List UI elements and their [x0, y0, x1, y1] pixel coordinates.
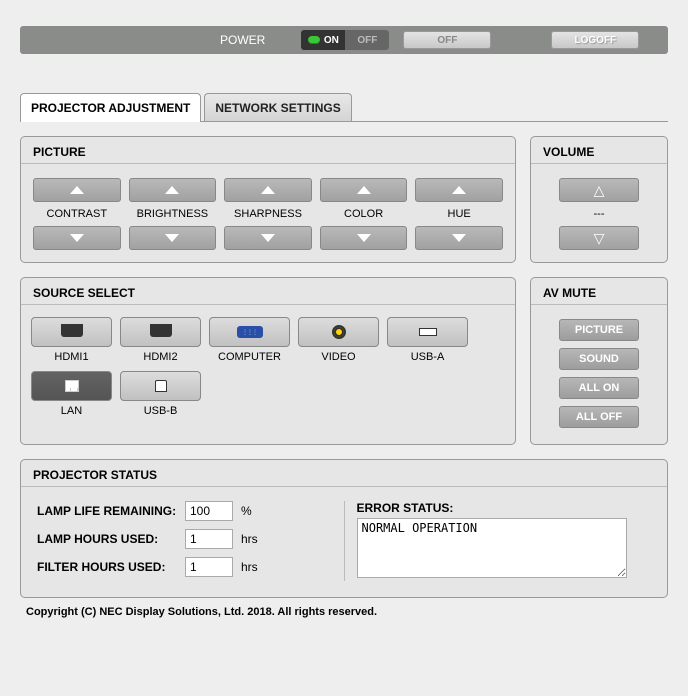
source-lan-label: LAN [61, 405, 82, 417]
filter-hours-value [185, 557, 233, 577]
composite-video-icon [332, 325, 346, 339]
hue-up-button[interactable] [415, 178, 503, 202]
power-bar: POWER ON OFF OFF LOGOFF [20, 26, 668, 54]
contrast-down-button[interactable] [33, 226, 121, 250]
picture-title: PICTURE [21, 137, 515, 164]
source-video-label: VIDEO [321, 351, 355, 363]
hue-label: HUE [448, 206, 471, 222]
triangle-up-icon [261, 186, 275, 194]
power-label: POWER [220, 33, 265, 47]
source-hdmi1-button[interactable] [31, 317, 112, 347]
avmute-title: AV MUTE [531, 278, 667, 305]
source-usba-label: USB-A [411, 351, 445, 363]
triangle-down-icon [452, 234, 466, 242]
brightness-up-button[interactable] [129, 178, 217, 202]
contrast-label: CONTRAST [47, 206, 108, 222]
triangle-down-icon [261, 234, 275, 242]
status-title: PROJECTOR STATUS [21, 460, 667, 487]
filter-hours-label: FILTER HOURS USED: [37, 560, 177, 574]
volume-down-button[interactable]: ▽ [559, 226, 639, 250]
triangle-up-icon [70, 186, 84, 194]
vga-icon [237, 326, 263, 338]
source-usbb-label: USB-B [144, 405, 178, 417]
error-status-label: ERROR STATUS: [357, 501, 652, 515]
triangle-up-outline-icon: △ [594, 183, 605, 197]
brightness-down-button[interactable] [129, 226, 217, 250]
lamp-hours-value [185, 529, 233, 549]
color-up-button[interactable] [320, 178, 408, 202]
triangle-up-icon [452, 186, 466, 194]
usb-a-icon [419, 328, 437, 336]
av-mute-panel: AV MUTE PICTURE SOUND ALL ON ALL OFF [530, 277, 668, 445]
source-lan-button[interactable] [31, 371, 112, 401]
usb-b-icon [155, 380, 167, 392]
status-panel: PROJECTOR STATUS LAMP LIFE REMAINING: % … [20, 459, 668, 598]
tabs: PROJECTOR ADJUSTMENT NETWORK SETTINGS [20, 94, 668, 122]
source-title: SOURCE SELECT [21, 278, 515, 305]
volume-title: VOLUME [531, 137, 667, 164]
triangle-up-icon [165, 186, 179, 194]
error-status-value [357, 518, 627, 578]
source-hdmi1-label: HDMI1 [54, 351, 88, 363]
picture-panel: PICTURE CONTRAST BRIGHTNESS SHARPNESS [20, 136, 516, 263]
copyright: Copyright (C) NEC Display Solutions, Ltd… [20, 598, 668, 618]
lamp-life-label: LAMP LIFE REMAINING: [37, 504, 177, 518]
sharpness-down-button[interactable] [224, 226, 312, 250]
avmute-picture-button[interactable]: PICTURE [559, 319, 639, 341]
color-label: COLOR [344, 206, 383, 222]
triangle-down-icon [165, 234, 179, 242]
volume-value: --- [594, 206, 605, 222]
lamp-hours-unit: hrs [241, 532, 258, 546]
source-video-button[interactable] [298, 317, 379, 347]
hdmi-icon [61, 327, 83, 337]
brightness-label: BRIGHTNESS [137, 206, 209, 222]
power-toggle[interactable]: ON OFF [301, 30, 389, 50]
lamp-life-value [185, 501, 233, 521]
source-computer-button[interactable] [209, 317, 290, 347]
lamp-hours-label: LAMP HOURS USED: [37, 532, 177, 546]
avmute-sound-button[interactable]: SOUND [559, 348, 639, 370]
color-down-button[interactable] [320, 226, 408, 250]
triangle-down-icon [357, 234, 371, 242]
hdmi-icon [150, 327, 172, 337]
sharpness-label: SHARPNESS [234, 206, 302, 222]
hue-down-button[interactable] [415, 226, 503, 250]
source-hdmi2-button[interactable] [120, 317, 201, 347]
volume-panel: VOLUME △ --- ▽ [530, 136, 668, 263]
avmute-allon-button[interactable]: ALL ON [559, 377, 639, 399]
source-computer-label: COMPUTER [218, 351, 281, 363]
triangle-up-icon [357, 186, 371, 194]
lan-icon [65, 380, 79, 392]
triangle-down-icon [70, 234, 84, 242]
filter-hours-unit: hrs [241, 560, 258, 574]
source-usbb-button[interactable] [120, 371, 201, 401]
power-on-indicator [308, 36, 320, 44]
lamp-life-unit: % [241, 504, 252, 518]
source-select-panel: SOURCE SELECT HDMI1 HDMI2 COMPUTER [20, 277, 516, 445]
tab-network-settings[interactable]: NETWORK SETTINGS [204, 93, 351, 121]
avmute-alloff-button[interactable]: ALL OFF [559, 406, 639, 428]
logoff-button[interactable]: LOGOFF [551, 31, 639, 49]
volume-up-button[interactable]: △ [559, 178, 639, 202]
triangle-down-outline-icon: ▽ [594, 231, 605, 245]
source-usba-button[interactable] [387, 317, 468, 347]
contrast-up-button[interactable] [33, 178, 121, 202]
off-button[interactable]: OFF [403, 31, 491, 49]
sharpness-up-button[interactable] [224, 178, 312, 202]
tab-projector-adjustment[interactable]: PROJECTOR ADJUSTMENT [20, 93, 201, 122]
source-hdmi2-label: HDMI2 [143, 351, 177, 363]
power-off[interactable]: OFF [345, 30, 389, 50]
power-on[interactable]: ON [301, 30, 345, 50]
